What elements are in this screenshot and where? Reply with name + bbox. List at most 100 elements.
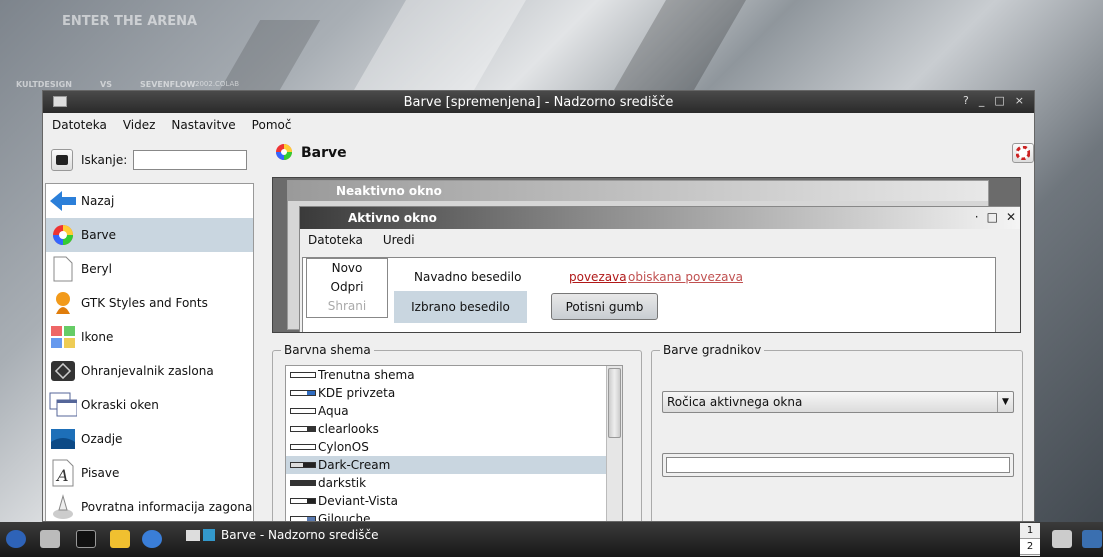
sidebar-item-okraski[interactable]: Okraski oken xyxy=(46,388,253,422)
widget-colors-title: Barve gradnikov xyxy=(660,343,765,357)
close-icon[interactable]: × xyxy=(1015,94,1024,107)
popup-item-odpri[interactable]: Odpri xyxy=(307,278,387,297)
module-title: Barve xyxy=(301,145,347,161)
scheme-swatch xyxy=(290,426,316,432)
link-sample[interactable]: povezava xyxy=(569,270,627,284)
browser-icon[interactable] xyxy=(142,530,162,548)
sidebar-item-beryl[interactable]: Beryl xyxy=(46,252,253,286)
preview-close-icon[interactable]: ✕ xyxy=(1006,210,1016,224)
sidebar-item-ozadje[interactable]: Ozadje xyxy=(46,422,253,456)
scrollbar-thumb[interactable] xyxy=(608,368,621,438)
search-bar: Iskanje: xyxy=(51,149,248,171)
wallpaper-text: KULTDESIGN xyxy=(16,80,72,89)
sidebar-item-barve[interactable]: Barve xyxy=(46,218,253,252)
scheme-item[interactable]: darkstik xyxy=(286,474,622,492)
menu-pomoc[interactable]: Pomoč xyxy=(252,118,292,132)
color-picker-button[interactable] xyxy=(662,453,1014,477)
visited-link-sample[interactable]: obiskana povezava xyxy=(628,270,743,284)
launch-feedback-icon xyxy=(49,493,77,521)
taskbar-task[interactable]: Barve - Nadzorno središče xyxy=(186,528,379,542)
sidebar-item-gtk[interactable]: GTK Styles and Fonts xyxy=(46,286,253,320)
popup-item-novo[interactable]: Novo xyxy=(307,259,387,278)
scheme-label: CylonOS xyxy=(318,440,369,454)
kde-menu-icon[interactable] xyxy=(6,530,26,548)
preview-maximize-icon[interactable]: □ xyxy=(987,210,998,224)
show-desktop-icon[interactable] xyxy=(40,530,60,548)
sidebar-item-label: GTK Styles and Fonts xyxy=(81,296,208,310)
maximize-icon[interactable]: □ xyxy=(994,94,1004,107)
window-titlebar[interactable]: Barve [spremenjena] - Nadzorno središče … xyxy=(43,91,1034,113)
help-button[interactable] xyxy=(1012,143,1034,163)
pager-desktop-1[interactable]: 1 xyxy=(1020,523,1040,539)
scheme-scrollbar[interactable] xyxy=(606,366,622,521)
menu-datoteka[interactable]: Datoteka xyxy=(52,118,107,132)
control-center-window: Barve [spremenjena] - Nadzorno središče … xyxy=(42,90,1035,522)
scheme-item[interactable]: Trenutna shema xyxy=(286,366,622,384)
desktop-pager[interactable]: 1 2 xyxy=(1020,523,1040,556)
active-window-titlebar[interactable]: Aktivno okno · □ ✕ xyxy=(300,207,1020,229)
sidebar-item-pisave[interactable]: A Pisave xyxy=(46,456,253,490)
sidebar-item-nazaj[interactable]: Nazaj xyxy=(46,184,253,218)
scheme-label: darkstik xyxy=(318,476,367,490)
back-arrow-icon xyxy=(49,187,77,215)
document-icon xyxy=(49,255,77,283)
sidebar-item-label: Beryl xyxy=(81,262,112,276)
scheme-item[interactable]: Aqua xyxy=(286,402,622,420)
preview-menu-datoteka[interactable]: Datoteka xyxy=(308,233,363,247)
active-window-preview[interactable]: Aktivno okno · □ ✕ Datoteka Uredi Novo O… xyxy=(299,206,1020,332)
network-icon[interactable] xyxy=(1082,530,1102,548)
gtk-icon xyxy=(49,289,77,317)
menu-nastavitve[interactable]: Nastavitve xyxy=(171,118,235,132)
chevron-down-icon[interactable]: ▼ xyxy=(997,392,1013,412)
sidebar-item-ikone[interactable]: Ikone xyxy=(46,320,253,354)
lifebuoy-icon xyxy=(1016,146,1030,160)
scheme-item[interactable]: Dark-Cream xyxy=(286,456,622,474)
window-app-icon[interactable] xyxy=(53,96,67,107)
wallpaper-shard xyxy=(354,0,526,90)
trash-icon[interactable] xyxy=(1052,530,1072,548)
scheme-label: KDE privzeta xyxy=(318,386,396,400)
clear-search-button[interactable] xyxy=(51,149,73,171)
color-preview[interactable]: Neaktivno okno Aktivno okno · □ ✕ Datote… xyxy=(272,177,1021,333)
module-header: Barve xyxy=(271,141,1034,165)
scheme-label: Dark-Cream xyxy=(318,458,391,472)
scheme-item[interactable]: Deviant-Vista xyxy=(286,492,622,510)
popup-item-shrani[interactable]: Shrani xyxy=(307,297,387,316)
task-window-icon xyxy=(203,529,215,541)
preview-content[interactable]: Novo Odpri Shrani Navadno besedilo povez… xyxy=(302,257,996,332)
module-panel: Barve Neaktivno okno Aktivno okno · □ ✕ xyxy=(271,141,1034,521)
scheme-swatch xyxy=(290,462,316,468)
icons-icon xyxy=(49,323,77,351)
widget-color-select[interactable]: Ročica aktivnega okna ▼ xyxy=(662,391,1014,413)
pager-desktop-2[interactable]: 2 xyxy=(1020,539,1040,555)
selected-text-sample[interactable]: Izbrano besedilo xyxy=(394,291,527,323)
scheme-swatch xyxy=(290,498,316,504)
preview-menu-icon[interactable]: · xyxy=(975,210,979,224)
preview-menu-uredi[interactable]: Uredi xyxy=(383,233,415,247)
push-button-sample[interactable]: Potisni gumb xyxy=(551,293,658,320)
widget-color-select-value: Ročica aktivnega okna xyxy=(667,395,803,409)
window-decorations-icon xyxy=(49,391,77,419)
scheme-item[interactable]: Gilouche xyxy=(286,510,622,521)
minimize-icon[interactable]: _ xyxy=(979,94,985,107)
file-manager-icon[interactable] xyxy=(110,530,130,548)
preview-window-controls: · □ ✕ xyxy=(975,210,1016,224)
sidebar-item-label: Ikone xyxy=(81,330,114,344)
preview-popup-menu[interactable]: Novo Odpri Shrani xyxy=(306,258,388,318)
color-swatch xyxy=(666,457,1010,473)
scheme-item[interactable]: clearlooks xyxy=(286,420,622,438)
scheme-item[interactable]: KDE privzeta xyxy=(286,384,622,402)
normal-text-sample[interactable]: Navadno besedilo xyxy=(414,270,521,284)
scheme-swatch xyxy=(290,444,316,450)
screensaver-icon xyxy=(49,357,77,385)
scheme-item[interactable]: CylonOS xyxy=(286,438,622,456)
font-icon: A xyxy=(49,459,77,487)
terminal-icon[interactable] xyxy=(76,530,96,548)
search-input[interactable] xyxy=(133,150,248,170)
menu-videz[interactable]: Videz xyxy=(123,118,156,132)
help-icon[interactable]: ? xyxy=(963,94,969,107)
sidebar-item-povratna[interactable]: Povratna informacija zagona xyxy=(46,490,253,521)
menu-bar: Datoteka Videz Nastavitve Pomoč xyxy=(43,113,1034,137)
color-scheme-list[interactable]: Trenutna shema KDE privzeta Aqua clearlo… xyxy=(285,365,623,521)
sidebar-item-ohranjevalnik[interactable]: Ohranjevalnik zaslona xyxy=(46,354,253,388)
